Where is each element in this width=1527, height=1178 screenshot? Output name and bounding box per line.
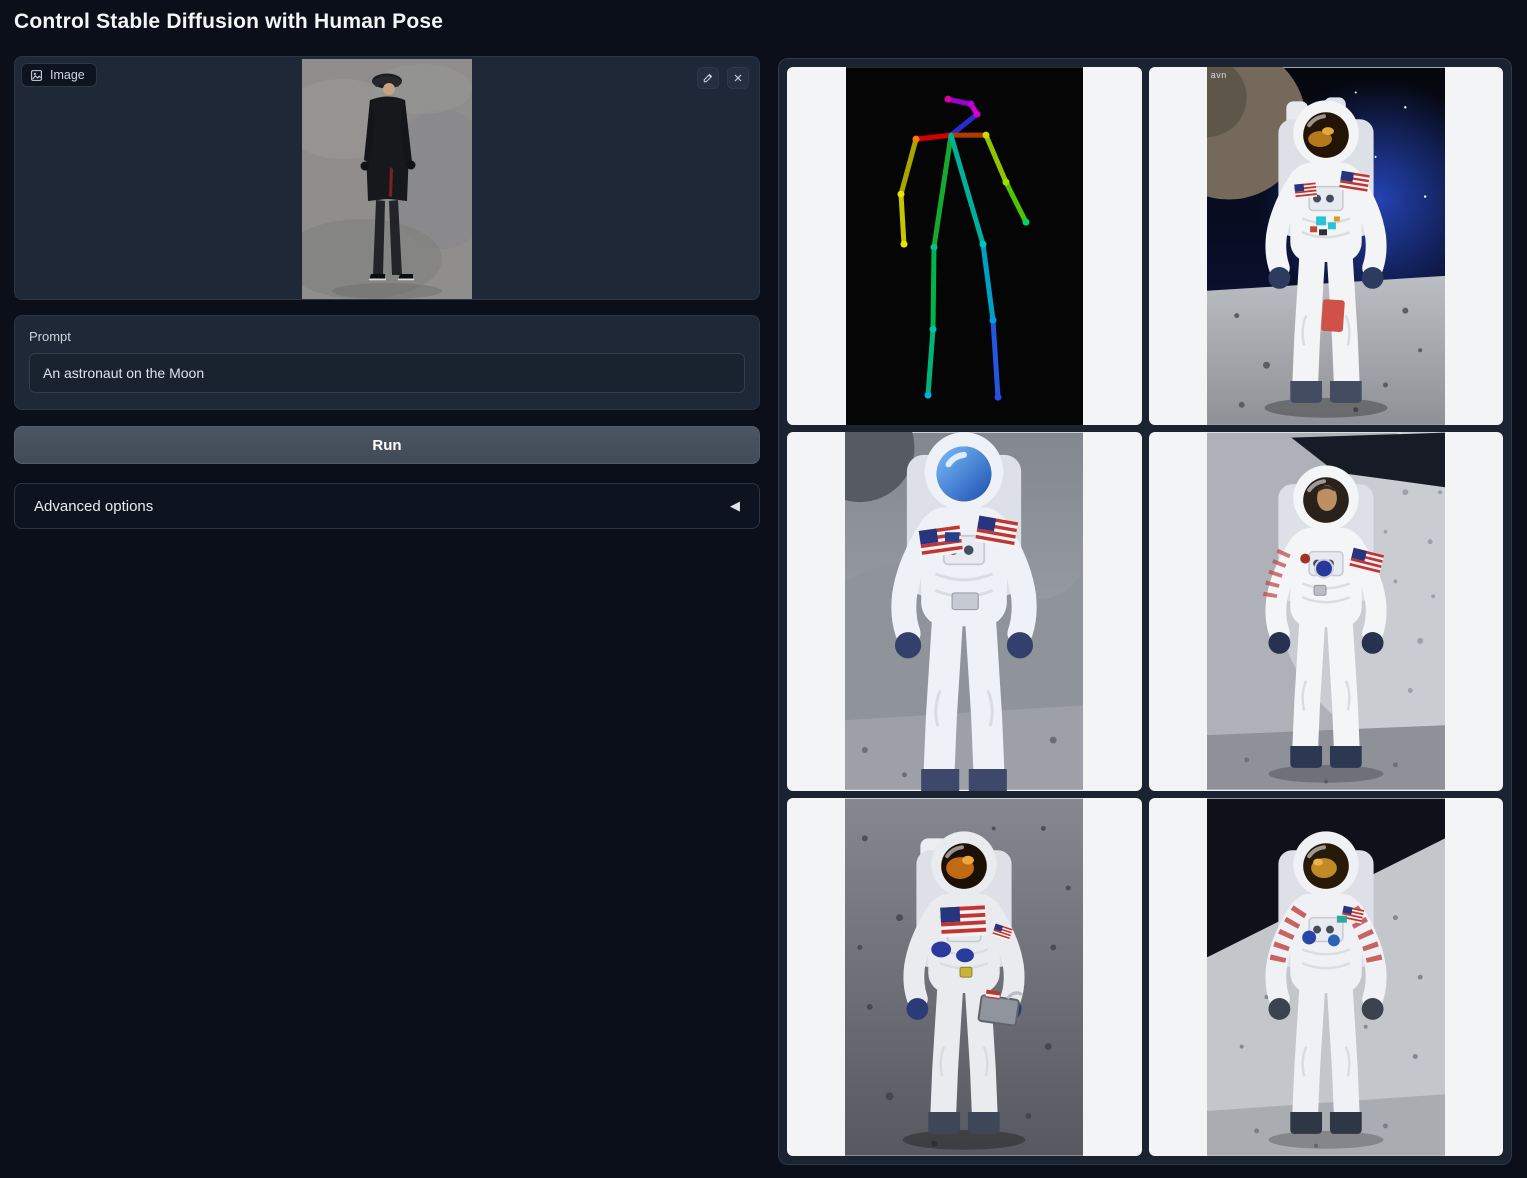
astronaut-image-2 — [845, 432, 1083, 790]
input-image-preview[interactable] — [302, 59, 472, 299]
astronaut-image-5 — [1207, 798, 1445, 1156]
image-label: Image — [50, 68, 85, 82]
page-title: Control Stable Diffusion with Human Pose — [14, 10, 443, 34]
gallery-item-astronaut-5[interactable] — [1149, 798, 1504, 1156]
prompt-label: Prompt — [29, 329, 745, 344]
prompt-input[interactable] — [29, 353, 745, 393]
advanced-options-label: Advanced options — [34, 498, 153, 515]
gallery-item-astronaut-3[interactable] — [1149, 432, 1504, 790]
astronaut-image-3 — [1207, 432, 1445, 790]
gallery-item-astronaut-2[interactable] — [787, 432, 1142, 790]
input-image — [302, 59, 472, 299]
astronaut-image-4 — [845, 798, 1083, 1156]
close-icon — [732, 72, 744, 84]
output-gallery: avn — [778, 58, 1512, 1165]
prompt-block: Prompt — [14, 315, 760, 410]
image-label-chip: Image — [21, 63, 97, 87]
gallery-item-astronaut-1[interactable]: avn — [1149, 67, 1504, 425]
advanced-options-accordion[interactable]: Advanced options ◀ — [14, 483, 760, 529]
pose-skeleton-image — [846, 67, 1083, 425]
generation-watermark: avn — [1211, 70, 1227, 80]
pencil-icon — [702, 72, 714, 84]
gallery-item-astronaut-4[interactable] — [787, 798, 1142, 1156]
image-input-block: Image — [14, 56, 760, 300]
collapse-arrow-icon: ◀ — [730, 498, 740, 514]
edit-image-button[interactable] — [697, 67, 719, 89]
run-button[interactable]: Run — [14, 426, 760, 464]
image-icon — [30, 69, 43, 82]
astronaut-image-1 — [1207, 67, 1445, 425]
gallery-item-pose[interactable] — [787, 67, 1142, 425]
clear-image-button[interactable] — [727, 67, 749, 89]
